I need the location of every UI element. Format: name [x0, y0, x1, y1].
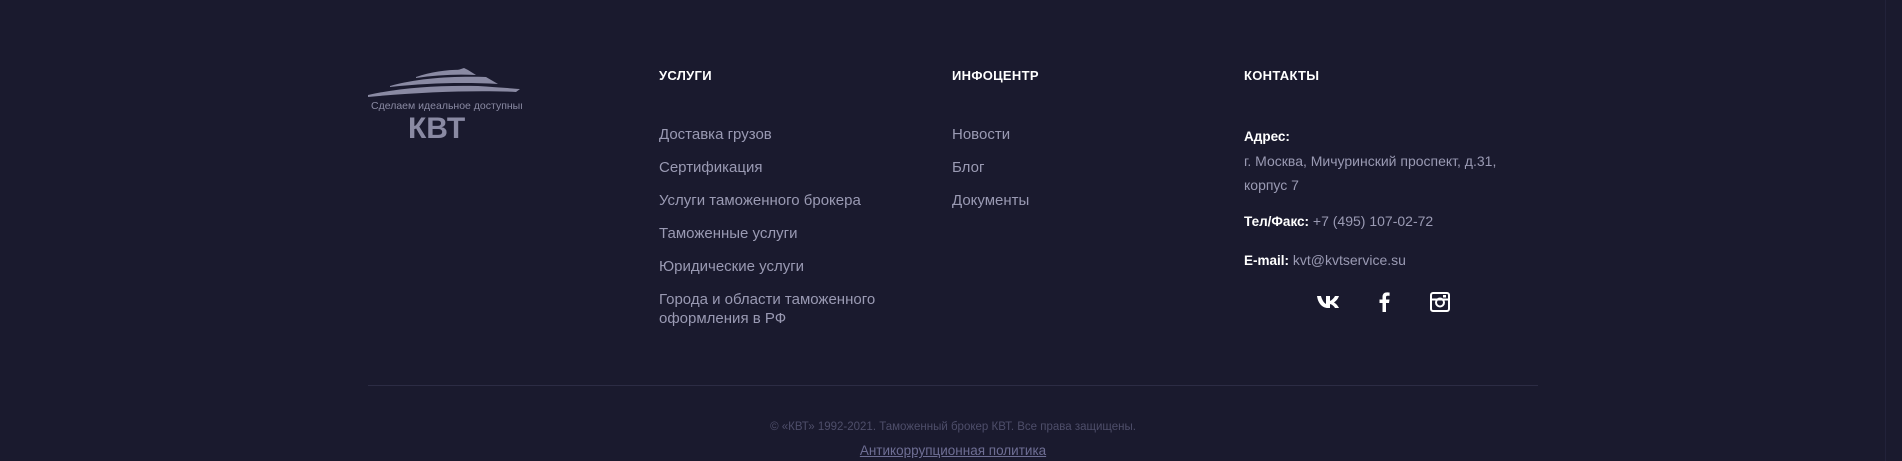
logo-slogan: Сделаем идеальное доступным	[371, 100, 522, 112]
services-link-legal[interactable]: Юридические услуги	[659, 257, 919, 277]
services-title: УСЛУГИ	[659, 68, 712, 83]
services-column: УСЛУГИ Доставка грузов Сертификация Услу…	[659, 68, 919, 341]
infocenter-link-news[interactable]: Новости	[952, 125, 1212, 145]
services-link-customs-broker[interactable]: Услуги таможенного брокера	[659, 191, 919, 211]
logo-wordmark: КВТ	[408, 112, 465, 144]
social-links	[1244, 289, 1534, 315]
services-link-customs-services[interactable]: Таможенные услуги	[659, 224, 919, 244]
phone-value[interactable]: +7 (495) 107-02-72	[1313, 213, 1433, 229]
email-label: E-mail:	[1244, 253, 1290, 268]
infocenter-column: ИНФОЦЕНТР Новости Блог Документы	[952, 68, 1212, 224]
ship-logo-icon: Сделаем идеальное доступным КВТ	[368, 68, 522, 144]
services-link-delivery[interactable]: Доставка грузов	[659, 125, 919, 145]
footer-divider	[368, 385, 1538, 386]
infocenter-link-blog[interactable]: Блог	[952, 158, 1212, 178]
facebook-icon[interactable]	[1356, 289, 1412, 315]
contacts-column: КОНТАКТЫ Адрес: г. Москва, Мичуринский п…	[1244, 68, 1534, 315]
anticorruption-row: Антикоррупционная политика	[368, 443, 1538, 458]
contacts-title: КОНТАКТЫ	[1244, 68, 1320, 83]
phone-label: Тел/Факс:	[1244, 214, 1310, 229]
phone-row: Тел/Факс: +7 (495) 107-02-72	[1244, 211, 1534, 232]
contacts-block: Адрес: г. Москва, Мичуринский проспект, …	[1244, 125, 1534, 315]
address-label: Адрес:	[1244, 129, 1290, 144]
address-row: Адрес: г. Москва, Мичуринский проспект, …	[1244, 125, 1534, 197]
vk-icon[interactable]	[1300, 289, 1356, 315]
company-logo[interactable]: Сделаем идеальное доступным КВТ	[368, 68, 522, 144]
anticorruption-link[interactable]: Антикоррупционная политика	[860, 443, 1046, 458]
copyright-text: © «КВТ» 1992-2021. Таможенный брокер КВТ…	[770, 421, 1136, 433]
address-value: г. Москва, Мичуринский проспект, д.31, к…	[1244, 153, 1497, 193]
instagram-icon[interactable]	[1412, 289, 1468, 315]
infocenter-title: ИНФОЦЕНТР	[952, 68, 1039, 83]
services-link-certification[interactable]: Сертификация	[659, 158, 919, 178]
services-list: Доставка грузов Сертификация Услуги тамо…	[659, 125, 919, 328]
infocenter-link-documents[interactable]: Документы	[952, 191, 1212, 211]
footer: Сделаем идеальное доступным КВТ УСЛУГИ Д…	[368, 0, 1538, 461]
email-row: E-mail: kvt@kvtservice.su	[1244, 250, 1534, 271]
vertical-scrollbar[interactable]	[1885, 0, 1902, 461]
services-link-cities[interactable]: Города и области таможенного оформления …	[659, 290, 889, 328]
email-value[interactable]: kvt@kvtservice.su	[1293, 252, 1406, 268]
infocenter-list: Новости Блог Документы	[952, 125, 1212, 211]
